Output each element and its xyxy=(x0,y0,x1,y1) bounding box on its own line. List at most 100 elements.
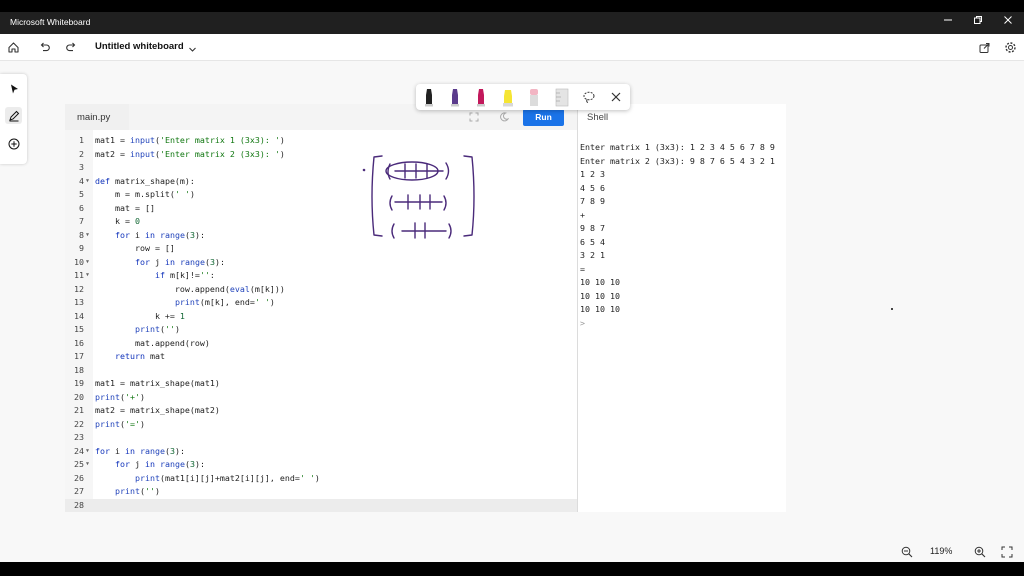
code-line[interactable]: 19 mat1 = matrix_shape(mat1) xyxy=(65,377,577,391)
code-line[interactable]: 7 k = 0 xyxy=(65,215,577,229)
code-text: k += 1 xyxy=(95,310,185,321)
home-button[interactable] xyxy=(5,39,22,56)
code-line[interactable]: 6 mat = [] xyxy=(65,202,577,216)
fullscreen-button[interactable] xyxy=(467,110,481,124)
line-number: 21 xyxy=(74,405,84,415)
line-number: 3 xyxy=(79,162,84,172)
eraser-icon[interactable] xyxy=(526,87,542,107)
code-line[interactable]: 11 ▼ if m[k]!='': xyxy=(65,269,577,283)
gear-icon xyxy=(1005,42,1016,53)
code-line[interactable]: 10 ▼ for j in range(3): xyxy=(65,256,577,270)
redo-button[interactable] xyxy=(63,39,80,56)
fold-toggle-icon[interactable]: ▼ xyxy=(86,269,89,283)
title-dropdown-button[interactable] xyxy=(188,41,197,59)
shell-line: 7 8 9 xyxy=(580,196,605,206)
code-line[interactable]: 28 xyxy=(65,498,577,512)
line-number: 5 xyxy=(79,189,84,199)
code-line[interactable]: 17 return mat xyxy=(65,350,577,364)
code-line[interactable]: 15 print('') xyxy=(65,323,577,337)
fold-toggle-icon[interactable]: ▼ xyxy=(86,256,89,270)
code-line[interactable]: 18 xyxy=(65,364,577,378)
shell-prompt[interactable]: > xyxy=(580,317,786,331)
line-number: 14 xyxy=(74,310,84,321)
chevron-down-icon xyxy=(189,47,196,52)
redo-icon xyxy=(66,42,76,52)
ruler-icon[interactable] xyxy=(553,87,571,107)
code-text: mat.append(row) xyxy=(95,337,210,348)
code-line[interactable]: 26 print(mat1[i][j]+mat2[i][j], end=' ') xyxy=(65,472,577,486)
ink-dot xyxy=(891,308,893,310)
pen-magenta-icon[interactable] xyxy=(474,87,488,107)
theme-button[interactable] xyxy=(497,110,511,124)
shell-line: 3 2 1 xyxy=(580,250,605,260)
line-number: 8 xyxy=(79,229,84,240)
fold-toggle-icon[interactable]: ▼ xyxy=(86,229,89,243)
add-button[interactable] xyxy=(5,135,22,152)
fold-toggle-icon[interactable]: ▼ xyxy=(86,458,89,472)
fold-toggle-icon[interactable]: ▼ xyxy=(86,175,89,189)
code-line[interactable]: 20 print('+') xyxy=(65,391,577,405)
code-line[interactable]: 23 xyxy=(65,431,577,445)
select-tool-button[interactable] xyxy=(5,80,22,97)
shell-output[interactable]: Enter matrix 1 (3x3): 1 2 3 4 5 6 7 8 9 E… xyxy=(580,141,786,330)
close-icon[interactable] xyxy=(609,90,623,104)
code-line[interactable]: 24 ▼ for i in range(3): xyxy=(65,445,577,459)
code-line[interactable]: 22 print('=') xyxy=(65,418,577,432)
code-line[interactable]: 12 row.append(eval(m[k])) xyxy=(65,283,577,297)
pen-purple-icon[interactable] xyxy=(448,87,462,107)
code-line[interactable]: 1 mat1 = input('Enter matrix 1 (3x3): ') xyxy=(65,134,577,148)
code-text: k = 0 xyxy=(95,216,140,226)
fit-to-screen-button[interactable] xyxy=(998,543,1015,560)
file-tab-main[interactable]: main.py xyxy=(65,104,129,130)
code-line[interactable]: 4 ▼ def matrix_shape(m): xyxy=(65,175,577,189)
restore-button[interactable] xyxy=(970,15,986,31)
close-window-button[interactable] xyxy=(1000,15,1016,31)
code-line[interactable]: 25 ▼ for j in range(3): xyxy=(65,458,577,472)
lasso-icon[interactable] xyxy=(582,90,596,104)
panel-divider[interactable] xyxy=(577,104,578,512)
title-bar: Microsoft Whiteboard xyxy=(0,12,1024,34)
code-line[interactable]: 9 row = [] xyxy=(65,242,577,256)
code-line[interactable]: 5 m = m.split(' ') xyxy=(65,188,577,202)
fold-toggle-icon[interactable]: ▼ xyxy=(86,445,89,459)
document-title[interactable]: Untitled whiteboard xyxy=(95,41,184,52)
pen-tray xyxy=(416,84,630,110)
code-text: mat = [] xyxy=(95,202,155,213)
zoom-level[interactable]: 119% xyxy=(930,546,952,556)
line-number: 25 xyxy=(74,459,84,469)
code-line[interactable]: 3 xyxy=(65,161,577,175)
undo-button[interactable] xyxy=(36,39,53,56)
code-line[interactable]: 27 print('') xyxy=(65,485,577,499)
share-button[interactable] xyxy=(976,39,993,56)
minimize-button[interactable] xyxy=(940,15,956,31)
shell-line: Enter matrix 1 (3x3): 1 2 3 4 5 6 7 8 9 xyxy=(580,142,775,152)
code-line[interactable]: 21 mat2 = matrix_shape(mat2) xyxy=(65,404,577,418)
shell-line: 1 2 3 xyxy=(580,169,605,179)
ink-matrix-sketch[interactable] xyxy=(360,152,485,242)
shell-line: 10 10 10 xyxy=(580,304,620,314)
shell-line: Enter matrix 2 (3x3): 9 8 7 6 5 4 3 2 1 xyxy=(580,155,775,166)
highlighter-yellow-icon[interactable] xyxy=(500,87,516,107)
restore-icon xyxy=(974,16,982,24)
line-number: 19 xyxy=(74,378,84,388)
code-line[interactable]: 8 ▼ for i in range(3): xyxy=(65,229,577,243)
code-line[interactable]: 13 print(m[k], end=' ') xyxy=(65,296,577,310)
line-number: 24 xyxy=(74,445,84,456)
zoom-in-button[interactable] xyxy=(971,543,988,560)
app-title: Microsoft Whiteboard xyxy=(10,17,91,27)
code-area[interactable]: 1 mat1 = input('Enter matrix 1 (3x3): ') 2… xyxy=(65,134,577,512)
zoom-in-icon xyxy=(974,546,985,557)
zoom-out-button[interactable] xyxy=(898,543,915,560)
code-text: for i in range(3): xyxy=(95,445,185,456)
fullscreen-icon xyxy=(1001,546,1012,557)
settings-button[interactable] xyxy=(1002,39,1019,56)
code-line[interactable]: 16 mat.append(row) xyxy=(65,337,577,351)
plus-circle-icon xyxy=(8,138,19,149)
top-toolbar: Untitled whiteboard xyxy=(0,34,1024,61)
inking-tool-button[interactable] xyxy=(5,107,22,124)
pen-black-icon[interactable] xyxy=(422,87,436,107)
code-line[interactable]: 14 k += 1 xyxy=(65,310,577,324)
code-line[interactable]: 2 mat2 = input('Enter matrix 2 (3x3): ') xyxy=(65,148,577,162)
run-button[interactable]: Run xyxy=(523,109,564,126)
shell-tab[interactable]: Shell xyxy=(587,112,608,123)
